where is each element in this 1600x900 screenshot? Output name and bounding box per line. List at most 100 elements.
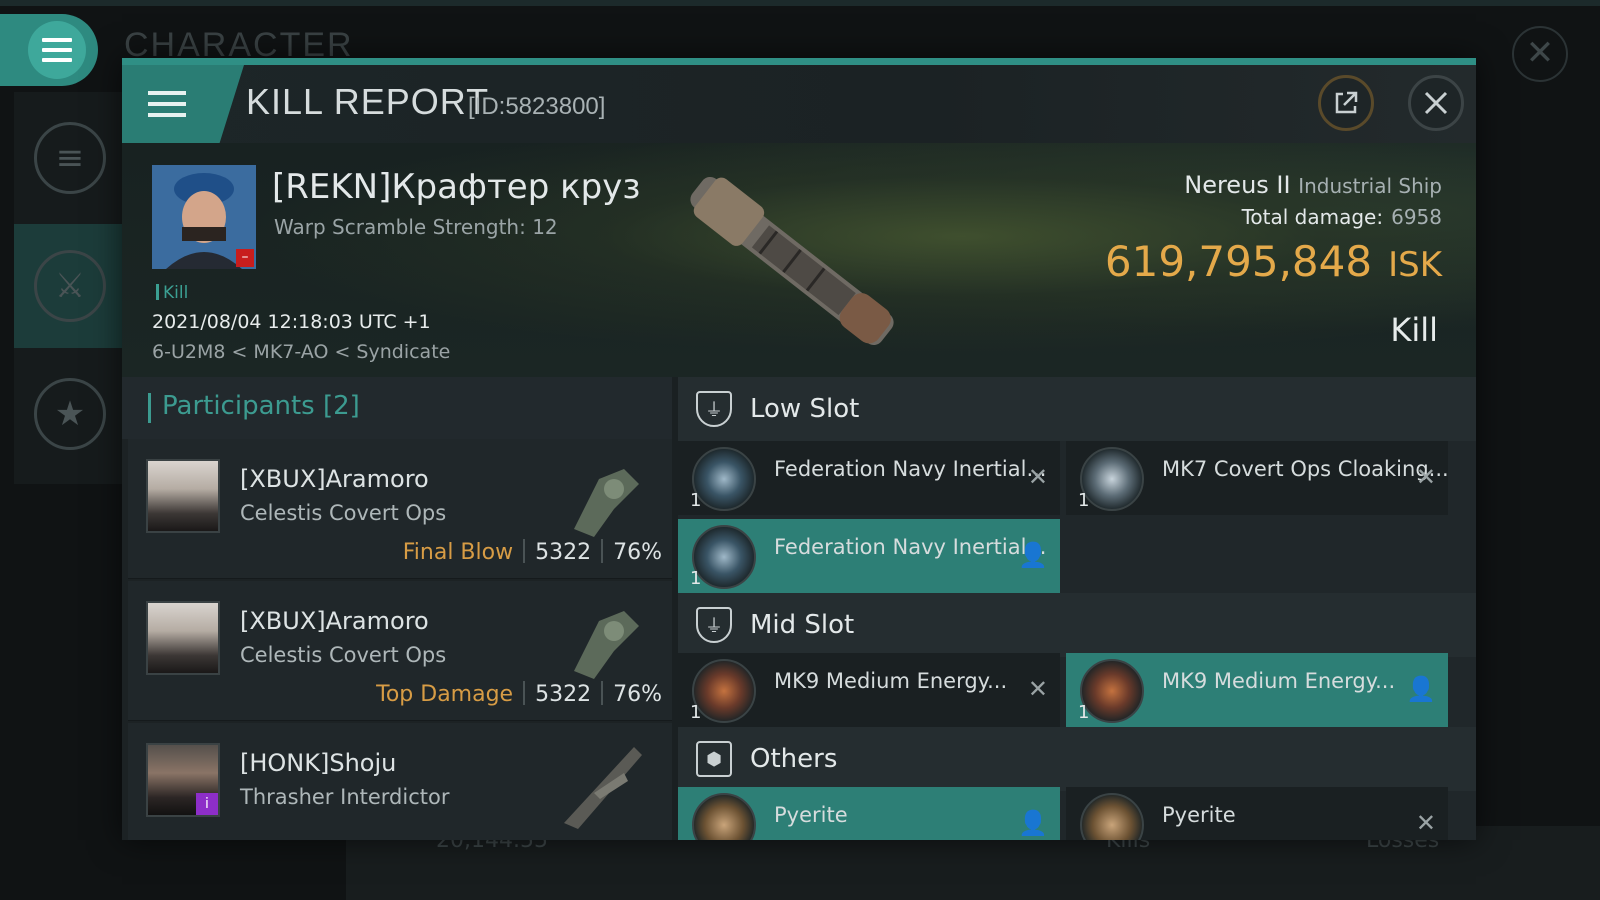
crossed-swords-icon: ⚔ xyxy=(34,250,106,322)
page-title: KILL REPORT xyxy=(246,81,490,122)
others-label: Others xyxy=(750,744,838,774)
ship-image xyxy=(574,469,639,537)
sidebar-item-list[interactable]: ≡ xyxy=(14,96,126,220)
total-damage-label: Total damage: xyxy=(1241,205,1384,229)
fitting-item[interactable]: 1 MK7 Covert Ops Cloaking... ✕ xyxy=(1066,441,1449,515)
low-slot-header: ⏚ Low Slot xyxy=(678,377,1476,441)
fitting-item[interactable]: 1 Federation Navy Inertial... 👤 xyxy=(678,519,1060,593)
item-name: Pyerite xyxy=(1162,803,1236,827)
ship-image xyxy=(574,611,639,679)
fitting-item[interactable]: 1 MK9 Medium Energy... ✕ xyxy=(678,653,1060,727)
low-slot-label: Low Slot xyxy=(750,394,860,424)
participant-ship: Celestis Covert Ops xyxy=(240,643,447,667)
victim-name[interactable]: [REKN]Крафтер круз xyxy=(272,167,640,207)
participant-row[interactable]: [XBUX]Aramoro Celestis Covert Ops Top Da… xyxy=(128,581,672,721)
others-header: ⬢ Others xyxy=(678,727,1476,791)
fitting-item[interactable]: Pyerite 👤 xyxy=(678,787,1060,840)
fitting-panel: ⏚ Low Slot 1 Federation Navy Inertial...… xyxy=(678,377,1476,840)
ship-name-text: Nereus II xyxy=(1184,171,1291,199)
total-damage: Total damage: 6958 xyxy=(1242,205,1442,229)
module-icon xyxy=(692,659,756,723)
ore-icon xyxy=(1080,793,1144,840)
fitting-item[interactable]: 1 MK9 Medium Energy... 👤 xyxy=(1066,653,1448,727)
item-quantity: 1 xyxy=(1078,490,1090,511)
kill-location: 6-U2M8 < MK7-AO < Syndicate xyxy=(152,341,451,363)
item-quantity: 1 xyxy=(690,702,702,723)
avatar xyxy=(146,601,220,675)
star-icon: ★ xyxy=(34,378,106,450)
item-name: Federation Navy Inertial... xyxy=(774,457,1047,481)
participant-stats: Top Damage 5322 76% xyxy=(376,681,662,707)
participants-header: Participants [2] xyxy=(122,377,672,439)
person-icon: 👤 xyxy=(1018,809,1048,837)
background-close-icon[interactable]: ✕ xyxy=(1512,26,1568,82)
item-quantity: 1 xyxy=(1078,702,1090,723)
participant-row[interactable]: i [HONK]Shoju Thrasher Interdictor xyxy=(128,723,672,840)
share-button[interactable] xyxy=(1318,75,1374,131)
avatar: i xyxy=(146,743,220,817)
item-name: MK7 Covert Ops Cloaking... xyxy=(1162,457,1449,481)
person-icon: 👤 xyxy=(1018,541,1048,569)
item-name: Pyerite xyxy=(774,803,848,827)
total-damage-value: 6958 xyxy=(1391,205,1442,229)
ore-icon xyxy=(692,793,756,840)
external-link-icon xyxy=(1335,91,1358,114)
kill-report-dialog: KILL REPORT [ID:5823800] – [REKN]Крафтер… xyxy=(122,58,1476,840)
fitting-item[interactable]: 1 Federation Navy Inertial... ✕ xyxy=(678,441,1060,515)
victim-summary: – [REKN]Крафтер круз Warp Scramble Stren… xyxy=(122,143,1476,377)
item-quantity: 1 xyxy=(690,490,702,511)
report-result: Kill xyxy=(1390,311,1438,349)
negative-status-icon: – xyxy=(236,249,254,267)
participant-stats: Final Blow 5322 76% xyxy=(403,539,662,565)
participant-percent: 76% xyxy=(613,682,662,707)
ship-image xyxy=(564,747,642,829)
x-icon: ✕ xyxy=(1415,809,1436,837)
avatar xyxy=(146,459,220,533)
isk-amount: 619,795,848 xyxy=(1104,237,1373,286)
low-slot-icon: ⏚ xyxy=(696,391,732,427)
top-bar xyxy=(0,0,1600,6)
sidebar-item-favorites[interactable]: ★ xyxy=(14,352,126,476)
participant-damage: 5322 xyxy=(535,682,592,707)
participant-ship: Celestis Covert Ops xyxy=(240,501,447,525)
participant-row[interactable]: [XBUX]Aramoro Celestis Covert Ops Final … xyxy=(128,439,672,579)
mid-slot-header: ⏚ Mid Slot xyxy=(678,593,1476,657)
item-quantity: 1 xyxy=(690,568,702,589)
participant-name: [HONK]Shoju xyxy=(240,749,397,777)
x-icon: ✕ xyxy=(1027,463,1048,491)
kill-tag: Kill xyxy=(156,283,188,303)
module-icon xyxy=(692,447,756,511)
x-icon: ✕ xyxy=(1415,463,1436,491)
kill-date: 2021/08/04 12:18:03 UTC +1 xyxy=(152,311,431,333)
report-id: [ID:5823800] xyxy=(468,93,606,120)
module-icon xyxy=(692,525,756,589)
module-icon xyxy=(1080,659,1144,723)
mid-slot-label: Mid Slot xyxy=(750,610,855,640)
item-name: Federation Navy Inertial... xyxy=(774,535,1047,559)
item-name: MK9 Medium Energy... xyxy=(1162,669,1396,693)
isk-unit: ISK xyxy=(1388,245,1442,285)
close-button[interactable] xyxy=(1408,75,1464,131)
item-name: MK9 Medium Energy... xyxy=(774,669,1008,693)
ship-name[interactable]: Nereus II Industrial Ship xyxy=(1184,171,1442,199)
close-icon xyxy=(1424,91,1448,115)
menu-icon xyxy=(28,21,86,79)
participant-percent: 76% xyxy=(613,540,662,565)
cube-icon: ⬢ xyxy=(696,741,732,777)
victim-portrait[interactable]: – xyxy=(152,165,256,269)
person-icon: 👤 xyxy=(1406,675,1436,703)
participant-name: [XBUX]Aramoro xyxy=(240,607,429,635)
fitting-item[interactable]: Pyerite ✕ xyxy=(1066,787,1448,840)
main-menu-button[interactable] xyxy=(0,14,98,86)
info-badge-icon: i xyxy=(196,793,218,815)
menu-icon xyxy=(148,91,186,117)
participant-tag: Final Blow xyxy=(402,540,514,565)
warp-scramble-strength: Warp Scramble Strength: 12 xyxy=(274,215,558,239)
participant-damage: 5322 xyxy=(535,540,592,565)
sidebar-item-combat[interactable]: ⚔ xyxy=(14,224,126,348)
dialog-header: KILL REPORT [ID:5823800] xyxy=(122,65,1476,143)
header-menu-button[interactable] xyxy=(122,65,244,143)
isk-value: 619,795,848 ISK xyxy=(1105,237,1442,286)
participant-tag: Top Damage xyxy=(376,682,514,707)
ship-class: Industrial Ship xyxy=(1298,174,1442,198)
